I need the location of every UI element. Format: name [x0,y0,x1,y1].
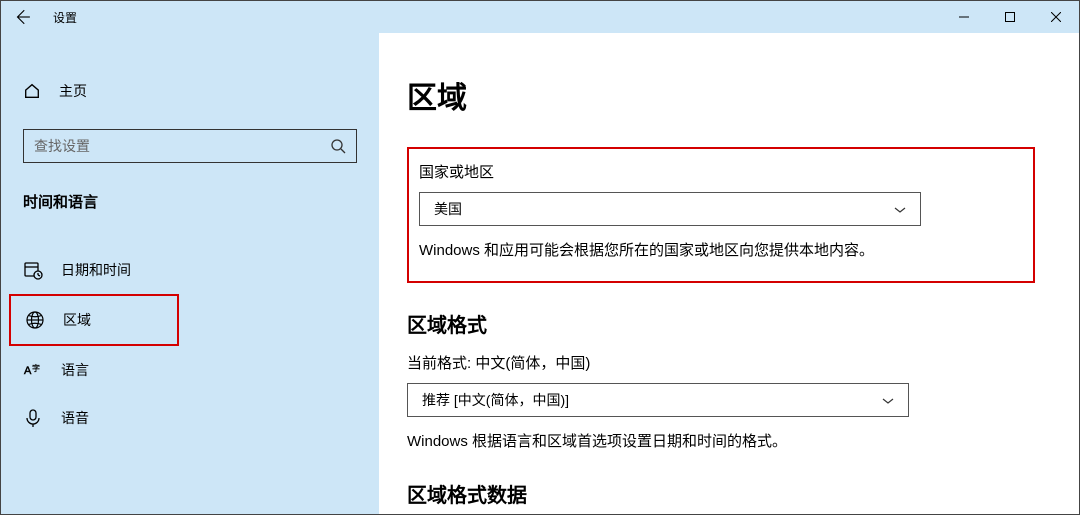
country-label: 国家或地区 [419,161,1009,182]
chevron-down-icon [882,392,894,408]
sidebar-item-region[interactable]: 区域 [9,294,179,346]
sidebar-item-label: 语言 [61,360,89,380]
sidebar-item-datetime[interactable]: 日期和时间 [1,246,379,294]
microphone-icon [23,408,43,428]
chevron-down-icon [894,201,906,217]
sidebar-item-speech[interactable]: 语音 [1,394,379,442]
close-button[interactable] [1033,1,1079,33]
sidebar-category: 时间和语言 [1,191,379,212]
format-heading: 区域格式 [407,309,1035,338]
sidebar-item-label: 语音 [61,408,89,428]
home-icon [23,82,41,100]
home-nav[interactable]: 主页 [1,73,379,109]
svg-text:字: 字 [32,363,40,373]
search-input[interactable] [23,129,357,163]
data-section: 区域格式数据 选择"更改数据格式"以在地区所支持的日历、日期和时间格式之间切换。 [407,479,1035,514]
sidebar: 主页 时间和语言 [1,33,379,514]
format-section: 区域格式 当前格式: 中文(简体，中国) 推荐 [中文(简体，中国)] Wind… [407,309,1035,454]
home-label: 主页 [59,81,87,101]
country-value: 美国 [434,199,462,219]
sidebar-item-language[interactable]: A 字 语言 [1,346,379,394]
page-title: 区域 [407,73,1035,117]
country-dropdown[interactable]: 美国 [419,192,921,226]
format-current: 当前格式: 中文(简体，中国) [407,352,1035,373]
main-content: 区域 国家或地区 美国 Windows 和应用可能会根据您所在的国家或地区向您提… [379,33,1079,514]
sidebar-item-label: 日期和时间 [61,260,131,280]
calendar-clock-icon [23,260,43,280]
back-button[interactable] [13,8,31,26]
sidebar-item-label: 区域 [63,310,91,330]
language-icon: A 字 [23,360,43,380]
format-desc: Windows 根据语言和区域首选项设置日期和时间的格式。 [407,431,1035,454]
svg-text:A: A [24,365,32,377]
data-heading: 区域格式数据 [407,479,1035,508]
minimize-button[interactable] [941,1,987,33]
country-desc: Windows 和应用可能会根据您所在的国家或地区向您提供本地内容。 [419,240,1009,263]
titlebar: 设置 [1,1,1079,33]
format-dropdown[interactable]: 推荐 [中文(简体，中国)] [407,383,909,417]
globe-icon [25,310,45,330]
search-icon [330,138,346,154]
country-section: 国家或地区 美国 Windows 和应用可能会根据您所在的国家或地区向您提供本地… [407,147,1035,283]
maximize-button[interactable] [987,1,1033,33]
search-field[interactable] [34,138,330,154]
format-value: 推荐 [中文(简体，中国)] [422,390,569,410]
window-title: 设置 [53,9,77,26]
